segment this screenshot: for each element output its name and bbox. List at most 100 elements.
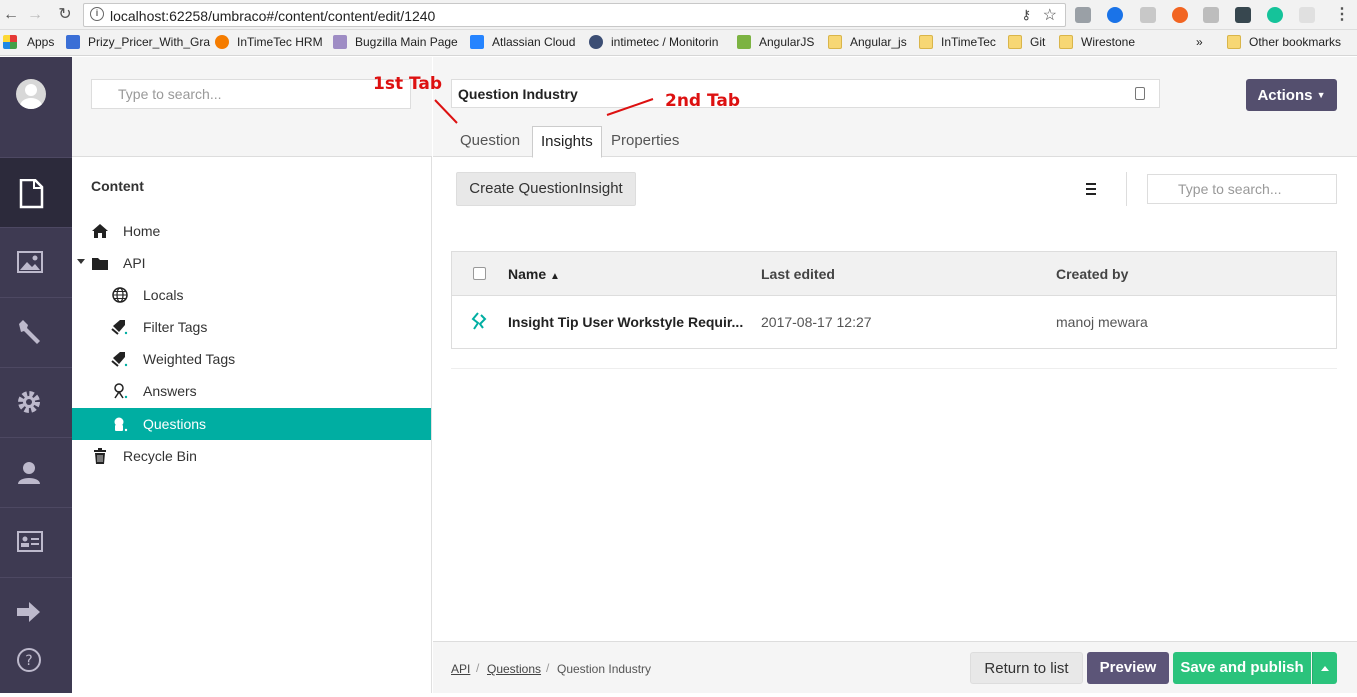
page-icon bbox=[66, 35, 80, 49]
tree-item-questions[interactable]: Questions bbox=[72, 408, 431, 440]
column-header-created-by[interactable]: Created by bbox=[1056, 266, 1128, 282]
tree-item-label: Questions bbox=[143, 416, 207, 432]
caret-down-icon[interactable] bbox=[77, 259, 85, 264]
info-icon[interactable]: i bbox=[90, 7, 104, 21]
forward-icon[interactable]: → bbox=[26, 5, 44, 25]
media-icon bbox=[17, 251, 43, 273]
tree-search-input[interactable] bbox=[91, 79, 411, 109]
tree-item-label: API bbox=[123, 255, 146, 271]
section-users[interactable] bbox=[0, 437, 72, 507]
back-icon[interactable]: ← bbox=[2, 5, 20, 25]
user-avatar[interactable] bbox=[16, 79, 46, 109]
folder-icon bbox=[92, 258, 108, 270]
tree-item-label: Home bbox=[123, 223, 161, 239]
bookmark-item[interactable]: InTimeTec HRM bbox=[215, 35, 323, 49]
reload-icon[interactable]: ↻ bbox=[56, 5, 74, 25]
tab-insights[interactable]: Insights bbox=[532, 126, 602, 158]
tab-properties[interactable]: Properties bbox=[603, 126, 687, 158]
section-help[interactable]: ? bbox=[0, 627, 72, 697]
column-header-last-edited[interactable]: Last edited bbox=[761, 266, 835, 282]
content-tree-panel: Content Home API Locals bbox=[72, 57, 432, 693]
list-view-table: Name ▲ Last edited Created by Insight Ti… bbox=[451, 251, 1337, 349]
bookmark-star-icon[interactable]: ☆ bbox=[1043, 5, 1057, 25]
extension-icon[interactable] bbox=[1075, 7, 1091, 23]
save-and-publish-button[interactable]: Save and publish bbox=[1173, 652, 1311, 684]
bookmark-folder[interactable]: InTimeTec bbox=[919, 35, 996, 49]
breadcrumb-questions[interactable]: Questions bbox=[487, 662, 541, 676]
bookmark-item[interactable]: Atlassian Cloud bbox=[470, 35, 575, 49]
bookmark-item[interactable]: intimetec / Monitorin bbox=[589, 35, 718, 49]
divider bbox=[1126, 172, 1127, 206]
umbraco-app: ? Content Home API bbox=[0, 57, 1357, 693]
folder-icon bbox=[1059, 35, 1073, 49]
bookmark-item[interactable]: AngularJS bbox=[737, 35, 814, 49]
trash-icon bbox=[94, 448, 106, 464]
bookmark-label: intimetec / Monitorin bbox=[611, 35, 719, 49]
actions-button[interactable]: Actions ▼ bbox=[1246, 79, 1337, 111]
tree-item-recycle-bin[interactable]: Recycle Bin bbox=[72, 440, 431, 472]
breadcrumb-api[interactable]: API bbox=[451, 662, 470, 676]
folder-icon bbox=[1227, 35, 1241, 49]
list-search-input[interactable] bbox=[1147, 174, 1337, 204]
tree-item-answers[interactable]: Answers bbox=[72, 375, 431, 407]
bookmark-label: InTimeTec HRM bbox=[237, 35, 323, 49]
tab-question[interactable]: Question bbox=[452, 126, 528, 158]
preview-button[interactable]: Preview bbox=[1087, 652, 1169, 684]
bookmark-folder[interactable]: Other bookmarks bbox=[1227, 35, 1341, 49]
row-name[interactable]: Insight Tip User Workstyle Requir... bbox=[508, 314, 743, 330]
extension-icon[interactable] bbox=[1203, 7, 1219, 23]
bookmark-folder[interactable]: Git bbox=[1008, 35, 1045, 49]
table-row[interactable]: Insight Tip User Workstyle Requir... 201… bbox=[452, 296, 1336, 348]
bookmark-folder[interactable]: Wirestone bbox=[1059, 35, 1135, 49]
section-settings[interactable] bbox=[0, 367, 72, 437]
layout-menu-icon[interactable] bbox=[1086, 183, 1096, 198]
bookmark-item[interactable]: Bugzilla Main Page bbox=[333, 35, 458, 49]
section-rail: ? bbox=[0, 57, 72, 693]
select-all-checkbox[interactable] bbox=[473, 267, 486, 280]
key-icon[interactable]: ⚷ bbox=[1021, 7, 1031, 23]
section-developer[interactable] bbox=[0, 297, 72, 367]
column-header-name[interactable]: Name ▲ bbox=[508, 266, 560, 282]
tree-item-label: Recycle Bin bbox=[123, 448, 197, 464]
row-created-by: manoj mewara bbox=[1056, 314, 1148, 330]
id-card-icon bbox=[17, 531, 43, 552]
breadcrumb-separator: / bbox=[546, 661, 550, 675]
section-content[interactable] bbox=[0, 157, 72, 227]
bookmarks-overflow-button[interactable]: » bbox=[1196, 35, 1203, 49]
angularjs-icon bbox=[737, 35, 751, 49]
tree-item-weighted-tags[interactable]: Weighted Tags bbox=[72, 343, 431, 375]
section-members[interactable] bbox=[0, 507, 72, 577]
browser-toolbar: ← → ↻ i localhost:62258/umbraco#/content… bbox=[0, 0, 1357, 30]
extension-icon[interactable] bbox=[1299, 7, 1315, 23]
browser-menu-icon[interactable]: ⋮ bbox=[1333, 5, 1351, 25]
bookmark-label: Prizy_Pricer_With_Gra bbox=[88, 35, 211, 49]
divider bbox=[451, 368, 1337, 369]
angular-extension-icon[interactable] bbox=[1140, 7, 1156, 23]
save-options-caret-icon[interactable] bbox=[1312, 652, 1337, 684]
tree-header bbox=[72, 57, 432, 157]
return-to-list-button[interactable]: Return to list bbox=[970, 652, 1083, 684]
table-header: Name ▲ Last edited Created by bbox=[452, 252, 1336, 296]
lock-icon[interactable] bbox=[1135, 87, 1145, 100]
tree-item-api[interactable]: API bbox=[72, 247, 431, 279]
extension-icon[interactable] bbox=[1235, 7, 1251, 23]
folder-icon bbox=[828, 35, 842, 49]
globe-icon bbox=[112, 287, 128, 303]
bookmark-item[interactable]: Prizy_Pricer_With_Gra bbox=[66, 35, 210, 49]
tree-item-home[interactable]: Home bbox=[72, 215, 431, 247]
sort-ascending-icon: ▲ bbox=[550, 271, 560, 282]
section-media[interactable] bbox=[0, 227, 72, 297]
tree-item-locals[interactable]: Locals bbox=[72, 279, 431, 311]
extension-icon[interactable] bbox=[1107, 7, 1123, 23]
tree-item-filter-tags[interactable]: Filter Tags bbox=[72, 311, 431, 343]
bookmark-apps[interactable]: Apps bbox=[3, 35, 54, 49]
grammarly-icon[interactable] bbox=[1267, 7, 1283, 23]
breadcrumb-separator: / bbox=[476, 661, 480, 675]
bookmark-label: Other bookmarks bbox=[1249, 35, 1342, 49]
address-bar[interactable]: i localhost:62258/umbraco#/content/conte… bbox=[83, 3, 1066, 27]
url-text: localhost:62258/umbraco#/content/content… bbox=[110, 8, 436, 24]
bookmark-folder[interactable]: Angular_js bbox=[828, 35, 907, 49]
create-questioninsight-button[interactable]: Create QuestionInsight bbox=[456, 172, 636, 206]
bookmark-label: Git bbox=[1030, 35, 1046, 49]
extension-icon[interactable] bbox=[1172, 7, 1188, 23]
